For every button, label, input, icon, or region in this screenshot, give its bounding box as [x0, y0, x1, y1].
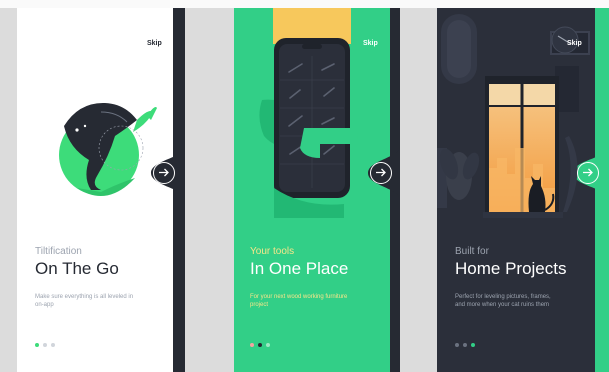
subtitle: Built for — [455, 246, 489, 257]
top-margin — [0, 0, 609, 8]
next-button[interactable] — [577, 162, 599, 184]
title: Home Projects — [455, 259, 567, 278]
page-dot[interactable] — [266, 343, 270, 347]
subtitle: Your tools — [250, 246, 295, 257]
arrow-right-icon — [583, 168, 593, 177]
next-button[interactable] — [153, 162, 175, 184]
pagination — [250, 343, 270, 347]
description: Perfect for leveling pictures, frames, a… — [455, 294, 551, 308]
page-dot[interactable] — [463, 343, 467, 347]
page-dot-active[interactable] — [35, 343, 39, 347]
arrow-right-icon — [159, 168, 169, 177]
title: On The Go — [35, 259, 119, 278]
screen-2-art — [259, 8, 400, 218]
page-dot[interactable] — [43, 343, 47, 347]
page-dot[interactable] — [51, 343, 55, 347]
next-button[interactable] — [370, 162, 392, 184]
pagination — [455, 343, 475, 347]
description: For your next wood working furniture pro… — [250, 294, 348, 308]
onboarding-screen-1: Skip Tiltification On The Go Make sure e… — [17, 8, 185, 372]
skip-button[interactable]: Skip — [363, 40, 378, 47]
title: In One Place — [250, 259, 349, 278]
page-dot-active[interactable] — [258, 343, 262, 347]
page-dot-active[interactable] — [471, 343, 475, 347]
screen-3-art — [437, 14, 609, 218]
skip-button[interactable]: Skip — [567, 40, 582, 47]
description: Make sure everything is all leveled in o… — [35, 294, 134, 308]
screen-1-art — [59, 102, 185, 200]
skip-button[interactable]: Skip — [147, 40, 162, 47]
subtitle: Tiltification — [35, 246, 82, 257]
onboarding-screen-2: Skip Your tools In One Place For your ne… — [234, 8, 400, 372]
page-dot[interactable] — [250, 343, 254, 347]
arrow-right-icon — [376, 168, 386, 177]
pagination — [35, 343, 55, 347]
page-dot[interactable] — [455, 343, 459, 347]
onboarding-screen-3: Skip Built for Home Projects Perfect for… — [437, 8, 609, 372]
